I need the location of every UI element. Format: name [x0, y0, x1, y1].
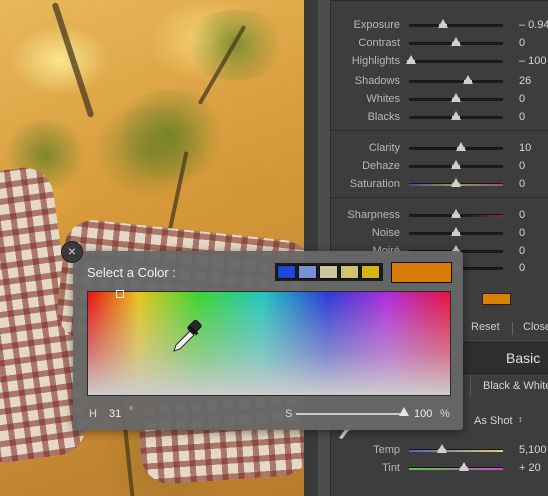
saturation-unit: %: [440, 408, 450, 420]
slider-label: Highlights: [351, 55, 400, 67]
slider-handle[interactable]: [451, 111, 461, 120]
reset-button[interactable]: Reset: [471, 321, 500, 333]
slider-track[interactable]: [409, 80, 503, 83]
slider-label: Whites: [366, 93, 400, 105]
slider-label: Noise: [371, 227, 400, 239]
picker-title: Select a Color :: [87, 265, 176, 280]
preset-swatch[interactable]: [298, 265, 317, 279]
slider-row: Highlights – 100: [331, 52, 548, 70]
tint-slider-row: Tint + 20: [331, 459, 548, 477]
slider-row: Shadows 26: [331, 72, 548, 90]
section-divider: [331, 197, 548, 198]
preset-swatches: [275, 263, 383, 281]
slider-handle[interactable]: [437, 19, 448, 28]
tint-slider-handle[interactable]: [458, 462, 469, 471]
slider-value[interactable]: 26: [519, 75, 531, 87]
temp-value[interactable]: 5,100: [519, 444, 547, 456]
preset-swatch[interactable]: [361, 265, 380, 279]
color-chip[interactable]: [482, 293, 511, 305]
close-button[interactable]: Close: [523, 321, 548, 333]
slider-value[interactable]: 0: [519, 262, 525, 274]
photo-branch: [51, 2, 95, 118]
preset-swatch[interactable]: [340, 265, 359, 279]
slider-handle[interactable]: [451, 160, 461, 169]
slider-value[interactable]: 0: [519, 178, 525, 190]
slider-row: Saturation 0: [331, 175, 548, 193]
close-icon[interactable]: ×: [61, 241, 83, 263]
slider-label: Sharpness: [347, 209, 400, 221]
slider-row: Sharpness 0: [331, 206, 548, 224]
slider-row: Exposure – 0.94: [331, 16, 548, 34]
eyedropper-icon: [173, 319, 202, 352]
slider-label: Saturation: [349, 178, 400, 190]
divider: [512, 322, 513, 335]
saturation-slider-handle[interactable]: [399, 407, 409, 416]
slider-label: Tint: [382, 462, 400, 474]
slider-value[interactable]: – 0.94: [519, 19, 548, 31]
slider-value[interactable]: 0: [519, 227, 525, 239]
section-divider: [331, 0, 548, 1]
hue-value[interactable]: 31: [109, 408, 121, 420]
slider-label: Dehaze: [362, 160, 400, 172]
slider-label: Temp: [373, 444, 400, 456]
slider-value[interactable]: 0: [519, 93, 525, 105]
slider-value[interactable]: 0: [519, 245, 525, 257]
slider-handle[interactable]: [451, 227, 461, 236]
slider-row: Whites 0: [331, 90, 548, 108]
slider-row: Clarity 10: [331, 139, 548, 157]
slider-track[interactable]: [409, 60, 503, 63]
photo-foliage: [110, 90, 230, 180]
hue-label: H: [89, 408, 97, 420]
saturation-fill: [296, 413, 404, 415]
slider-label: Shadows: [354, 75, 400, 87]
hue-unit: °: [129, 406, 133, 417]
slider-label: Clarity: [368, 142, 400, 154]
white-balance-select[interactable]: As Shot: [474, 415, 513, 427]
divider: [470, 377, 471, 397]
preset-swatch[interactable]: [319, 265, 338, 279]
slider-track[interactable]: [409, 24, 503, 27]
color-spectrum[interactable]: [87, 291, 451, 396]
slider-handle[interactable]: [451, 93, 461, 102]
slider-handle[interactable]: [451, 209, 461, 218]
saturation-value[interactable]: 100: [414, 408, 432, 420]
slider-handle[interactable]: [451, 37, 461, 46]
slider-handle[interactable]: [405, 55, 416, 64]
basic-section-title: Basic: [506, 350, 541, 366]
slider-label: Blacks: [367, 111, 400, 123]
current-color-swatch[interactable]: [391, 262, 452, 283]
temp-slider-track[interactable]: [409, 449, 503, 452]
preset-swatch[interactable]: [277, 265, 296, 279]
slider-value[interactable]: 10: [519, 142, 531, 154]
slider-label: Contrast: [358, 37, 400, 49]
color-picker-popup: Select a Color : H 31 ° S 100 %: [73, 251, 463, 430]
slider-label: Exposure: [353, 19, 400, 31]
tint-value[interactable]: + 20: [519, 462, 541, 474]
slider-row: Contrast 0: [331, 34, 548, 52]
slider-row: Dehaze 0: [331, 157, 548, 175]
slider-value[interactable]: 0: [519, 160, 525, 172]
slider-handle[interactable]: [463, 75, 474, 84]
tint-slider-track[interactable]: [409, 467, 503, 470]
section-divider: [331, 130, 548, 131]
slider-handle[interactable]: [451, 178, 461, 187]
slider-handle[interactable]: [455, 142, 466, 151]
slider-row: Blacks 0: [331, 108, 548, 126]
temp-slider-row: Temp 5,100: [331, 441, 548, 459]
black-and-white-toggle[interactable]: Black & White: [483, 380, 548, 392]
temp-slider-handle[interactable]: [436, 444, 447, 453]
slider-row: Noise 0: [331, 224, 548, 242]
select-arrow-icon: ↕: [518, 414, 523, 424]
slider-value[interactable]: – 100: [519, 55, 547, 67]
slider-value[interactable]: 0: [519, 209, 525, 221]
slider-value[interactable]: 0: [519, 37, 525, 49]
slider-value[interactable]: 0: [519, 111, 525, 123]
saturation-label: S: [285, 408, 293, 420]
color-selection-marker[interactable]: [116, 290, 124, 298]
saturation-slider[interactable]: [296, 407, 409, 416]
